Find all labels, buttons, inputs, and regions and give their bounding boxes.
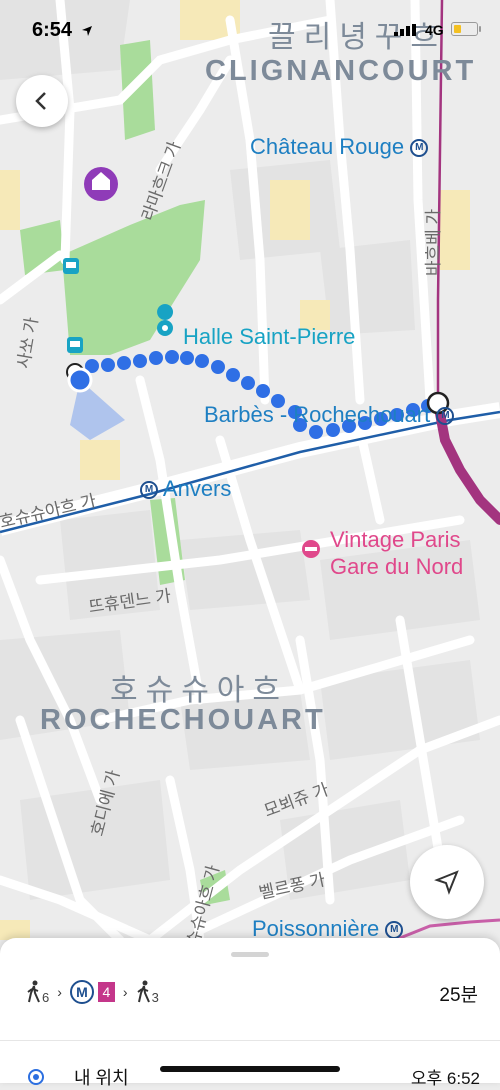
hotel-icon	[302, 540, 320, 558]
status-time: 6:54	[32, 19, 93, 42]
origin-row[interactable]: 내 위치	[28, 1064, 129, 1090]
station-name: Barbès - Rochechouart	[204, 402, 431, 427]
district-label-ko: 호슈슈아흐	[110, 674, 288, 707]
walking-icon	[27, 980, 40, 1003]
departure-time: 오후 6:52	[410, 1069, 480, 1088]
network-type: 4G	[425, 22, 444, 38]
chevron-right-icon: ›	[122, 984, 128, 1000]
location-arrow-icon	[81, 25, 92, 36]
origin-label: 내 위치	[74, 1068, 129, 1088]
hotel-name-line2: Gare du Nord	[330, 554, 464, 579]
station-label-barbes[interactable]: Barbès - Rochechouart M	[204, 402, 455, 428]
station-name: Château Rouge	[250, 134, 405, 159]
walking-icon	[136, 980, 150, 1003]
metro-icon: M	[436, 407, 455, 426]
sheet-handle[interactable]	[231, 952, 269, 957]
route-summary-sheet[interactable]: 6 › M 4 › 3 25분 내 위치 오후 6:52	[0, 938, 500, 1088]
home-indicator[interactable]	[160, 1066, 340, 1072]
navigation-arrow-icon	[434, 870, 459, 895]
poi-label-hotel[interactable]: Vintage Paris Gare du Nord	[330, 526, 463, 580]
hotel-name-line1: Vintage Paris	[330, 527, 461, 552]
divider	[0, 1040, 500, 1041]
metro-icon: M	[140, 481, 158, 500]
metro-icon: M	[385, 921, 404, 940]
trip-duration: 25분	[439, 985, 478, 1006]
poi-label-halle[interactable]: Halle Saint-Pierre	[183, 324, 355, 350]
station-label-anvers[interactable]: M Anvers	[140, 476, 231, 502]
route-steps: 6 › M 4 › 3	[26, 978, 159, 1006]
current-location-dot	[67, 367, 93, 393]
station-label-chateau-rouge[interactable]: Château Rouge M	[250, 134, 429, 160]
metro-icon: M	[69, 980, 94, 1004]
district-label: ROCHECHOUART	[40, 704, 326, 736]
signal-icon	[394, 24, 416, 36]
metro-line-badge: 4	[97, 982, 115, 1002]
walk-end-minutes: 3	[151, 989, 159, 1005]
bus-stop-icon	[63, 258, 79, 274]
station-name: Anvers	[162, 476, 232, 501]
street-label: 바흐베 가	[424, 208, 444, 277]
chevron-right-icon: ›	[57, 984, 62, 1000]
bus-stop-icon	[67, 337, 83, 353]
battery-icon	[451, 22, 481, 36]
metro-icon: M	[410, 139, 429, 158]
walk-start-minutes: 6	[42, 989, 50, 1005]
back-button[interactable]	[16, 75, 68, 127]
clock-text: 6:54	[32, 19, 73, 41]
status-bar: 6:54 4G	[0, 0, 500, 60]
monument-icon	[84, 167, 118, 201]
recenter-button[interactable]	[410, 845, 484, 919]
chevron-left-icon	[35, 92, 46, 110]
